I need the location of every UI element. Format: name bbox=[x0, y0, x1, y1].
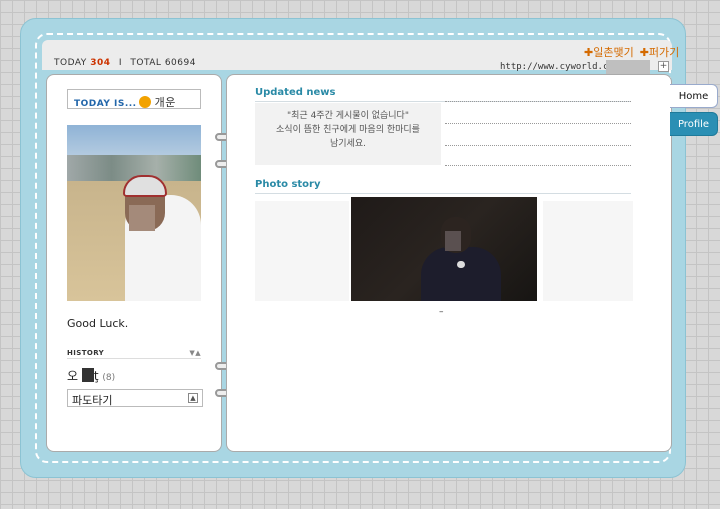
owner-name-count: (8) bbox=[102, 373, 116, 383]
wave-ride-select[interactable]: 파도타기 ▲ bbox=[67, 389, 203, 407]
section-divider bbox=[255, 193, 631, 194]
profile-photo[interactable] bbox=[67, 125, 201, 301]
owner-name-first: 오 bbox=[67, 369, 79, 383]
dropdown-arrow-icon[interactable]: ▲ bbox=[188, 393, 198, 403]
face-blur bbox=[129, 205, 155, 231]
sun-mood-icon bbox=[138, 96, 151, 108]
news-empty-line2: 소식이 뜸한 친구에게 마음의 한마디를 bbox=[276, 125, 420, 135]
tab-profile[interactable]: Profile bbox=[670, 112, 718, 136]
today-is-box: TODAY IS... 개운 bbox=[67, 89, 201, 109]
profile-status-text: Good Luck. bbox=[67, 317, 129, 330]
updated-news-title[interactable]: Updated news bbox=[255, 87, 335, 98]
today-value: 304 bbox=[90, 58, 111, 68]
history-label: HISTORY bbox=[67, 349, 105, 357]
expand-plus-button[interactable]: + bbox=[658, 61, 669, 72]
today-label: TODAY bbox=[54, 58, 87, 68]
url-redacted bbox=[606, 60, 650, 74]
owner-name-last: ţ bbox=[93, 369, 99, 383]
news-dotted-line bbox=[445, 101, 631, 102]
total-label: TOTAL bbox=[130, 58, 162, 68]
history-toggle-icon[interactable]: ▼▲ bbox=[189, 349, 201, 357]
news-dotted-line bbox=[445, 165, 631, 166]
news-dotted-line bbox=[445, 145, 631, 146]
name-redacted bbox=[81, 368, 94, 382]
visitor-counter: TODAY 304 I TOTAL 60694 bbox=[54, 58, 196, 68]
face-blur bbox=[445, 231, 461, 251]
tab-home[interactable]: Home bbox=[670, 84, 718, 108]
news-empty-message: "최근 4주간 게시물이 없습니다" 소식이 뜸한 친구에게 마음의 한마디를 … bbox=[255, 103, 441, 165]
photo-placeholder-left[interactable] bbox=[255, 201, 349, 301]
scrap-link[interactable]: ✚퍼가기 bbox=[640, 46, 680, 59]
news-empty-line1: "최근 4주간 게시물이 없습니다" bbox=[287, 111, 409, 121]
today-mood: 개운 bbox=[154, 96, 176, 109]
photo-story-row bbox=[255, 197, 633, 305]
photo-caption: – bbox=[439, 307, 444, 317]
news-empty-line3: 남기세요. bbox=[330, 139, 366, 149]
today-is-label: TODAY IS... bbox=[74, 99, 137, 109]
profile-panel: TODAY IS... 개운 Good Luck. HISTORY ▼▲ 오 ţ … bbox=[46, 74, 222, 452]
photo-placeholder-right[interactable] bbox=[543, 201, 633, 301]
photo-story-title[interactable]: Photo story bbox=[255, 179, 321, 190]
header-links: ✚일촌맺기 ✚퍼가기 bbox=[584, 44, 685, 60]
total-value: 60694 bbox=[164, 58, 196, 68]
add-ilchon-link[interactable]: ✚일촌맺기 bbox=[584, 46, 634, 59]
counter-separator: I bbox=[118, 58, 123, 68]
wave-ride-value: 파도타기 bbox=[72, 394, 113, 407]
main-panel: Updated news "최근 4주간 게시물이 없습니다" 소식이 뜸한 친… bbox=[226, 74, 672, 452]
history-header: HISTORY ▼▲ bbox=[67, 349, 201, 359]
news-dotted-line bbox=[445, 123, 631, 124]
owner-name: 오 ţ (8) bbox=[67, 367, 115, 384]
photo-story-main-image[interactable] bbox=[351, 197, 537, 301]
